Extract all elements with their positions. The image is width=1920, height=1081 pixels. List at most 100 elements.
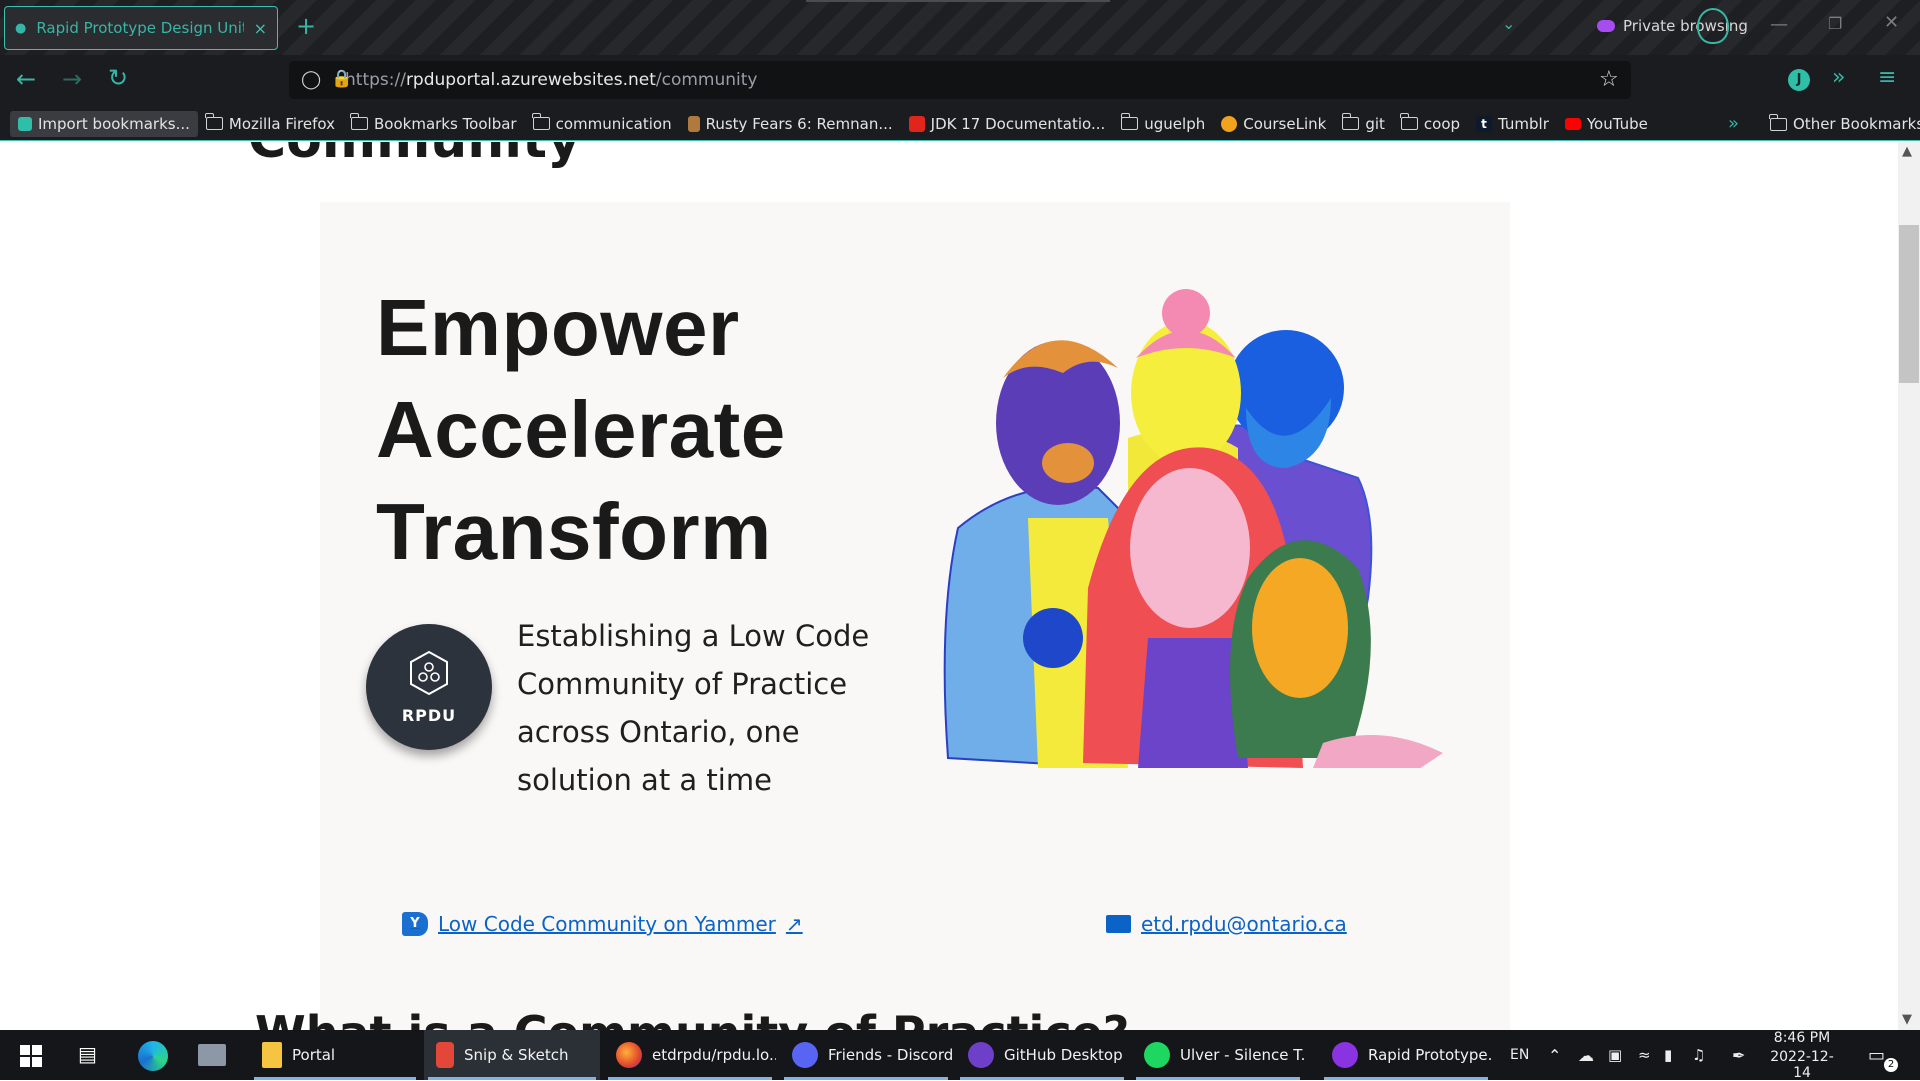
wifi-icon[interactable]: ≈: [1638, 1030, 1651, 1080]
taskbar-app-label: Snip & Sketch: [464, 1046, 569, 1064]
hero-line-transform: Transform: [376, 487, 772, 576]
taskbar-app-discord[interactable]: Friends - Discord: [780, 1030, 952, 1080]
bookmark-label: Tumblr: [1498, 114, 1549, 133]
bookmark-git[interactable]: git: [1334, 111, 1393, 137]
folder-app-icon: [262, 1042, 282, 1068]
courselink-icon: [1221, 115, 1238, 132]
bookmark-bookmarks-toolbar[interactable]: Bookmarks Toolbar: [343, 111, 525, 137]
private-mask-icon: [1597, 20, 1615, 32]
task-view-icon[interactable]: ▤: [78, 1042, 97, 1066]
more-bookmarks-chevron-icon[interactable]: »: [1728, 113, 1739, 134]
folder-icon: [205, 113, 223, 130]
scroll-up-arrow-icon[interactable]: ▲: [1902, 144, 1912, 159]
bookmark-label: git: [1365, 114, 1385, 133]
rpdu-logo: RPDU: [366, 624, 492, 750]
clock[interactable]: 8:46 PM 2022-12-14: [1762, 1030, 1842, 1081]
reload-icon[interactable]: ↻: [108, 64, 128, 92]
new-tab-button[interactable]: +: [296, 12, 316, 40]
favicon: [687, 115, 700, 132]
restore-icon[interactable]: ❐: [1828, 14, 1842, 33]
bookmarks-toolbar: Import bookmarks... Mozilla Firefox Book…: [0, 107, 1920, 141]
lock-icon[interactable]: 🔒: [331, 69, 352, 89]
input-language[interactable]: EN: [1510, 1030, 1529, 1080]
taskbar-app-github-desktop[interactable]: GitHub Desktop: [956, 1030, 1128, 1080]
folder-icon: [531, 113, 550, 130]
email-link[interactable]: etd.rpdu@ontario.ca: [1106, 912, 1347, 936]
shield-icon[interactable]: ◯: [301, 69, 321, 90]
profile-avatar[interactable]: J: [1788, 69, 1810, 91]
snip-sketch-icon: [436, 1042, 454, 1068]
forward-arrow-icon[interactable]: →: [62, 65, 82, 93]
spotify-icon: [1144, 1042, 1170, 1068]
bookmark-label: coop: [1423, 114, 1461, 133]
monitor-icon[interactable]: ▣: [1608, 1030, 1622, 1080]
taskbar-app-portal[interactable]: Portal: [250, 1030, 420, 1080]
yammer-link-label[interactable]: Low Code Community on Yammer: [438, 912, 776, 936]
bookmark-label: JDK 17 Documentatio...: [930, 114, 1106, 133]
list-tabs-chevron-icon[interactable]: ⌄: [1502, 14, 1515, 33]
bookmark-star-icon[interactable]: ☆: [1599, 67, 1619, 92]
bookmark-tumblr[interactable]: t Tumblr: [1468, 111, 1557, 137]
taskbar-app-label: Rapid Prototype...: [1368, 1046, 1492, 1064]
close-window-icon[interactable]: ✕: [1884, 12, 1899, 33]
private-tab-icon: ●: [15, 20, 27, 36]
computer-icon[interactable]: [198, 1044, 226, 1066]
logo-label: RPDU: [401, 705, 457, 725]
taskbar-app-firefox-private[interactable]: Rapid Prototype...: [1320, 1030, 1492, 1080]
external-link-icon: ↗: [785, 912, 803, 936]
tab-title: Rapid Prototype Design Unit (R: [36, 19, 243, 37]
bookmark-other[interactable]: Other Bookmarks: [1762, 111, 1920, 137]
scrollbar-thumb[interactable]: [1899, 225, 1919, 383]
email-link-label[interactable]: etd.rpdu@ontario.ca: [1141, 912, 1347, 936]
bookmark-youtube[interactable]: YouTube: [1557, 111, 1656, 137]
bookmark-rusty-fears[interactable]: Rusty Fears 6: Remnan...: [680, 111, 901, 137]
bookmark-label: Mozilla Firefox: [228, 114, 335, 133]
windows-start-icon[interactable]: [20, 1045, 42, 1067]
folder-icon: [1769, 113, 1787, 131]
bookmark-uguelph[interactable]: uguelph: [1113, 111, 1213, 137]
show-hidden-icons-chevron-icon[interactable]: ⌃: [1548, 1030, 1561, 1080]
notification-count-badge: 2: [1884, 1058, 1898, 1072]
edge-browser-icon[interactable]: [138, 1041, 168, 1071]
private-flame-icon: [1697, 8, 1729, 44]
close-tab-icon[interactable]: ×: [254, 19, 267, 38]
onedrive-cloud-icon[interactable]: ☁: [1578, 1030, 1594, 1080]
url-prefix: https://: [345, 70, 406, 90]
taskbar-app-snip-sketch[interactable]: Snip & Sketch: [424, 1030, 600, 1080]
bookmark-jdk-docs[interactable]: JDK 17 Documentatio...: [901, 111, 1114, 137]
pen-ink-icon[interactable]: ✒: [1732, 1030, 1745, 1080]
url-host: rpduportal.azurewebsites.net: [405, 70, 656, 90]
tagline: Establishing a Low Code Community of Pra…: [517, 619, 870, 797]
bookmark-communication[interactable]: communication: [525, 111, 680, 137]
scroll-down-arrow-icon[interactable]: ▼: [1902, 1012, 1912, 1027]
bookmark-mozilla-firefox[interactable]: Mozilla Firefox: [198, 111, 343, 137]
hexagon-logo-icon: [410, 650, 448, 695]
browser-tab[interactable]: ● Rapid Prototype Design Unit (R ×: [4, 6, 278, 50]
back-arrow-icon[interactable]: ←: [16, 65, 36, 93]
address-bar[interactable]: ◯ 🔒 https://rpduportal.azurewebsites.net…: [289, 61, 1631, 99]
hero-line-empower: Empower: [376, 283, 740, 372]
page-heading: Community: [248, 142, 581, 170]
taskbar-app-spotify[interactable]: Ulver - Silence T...: [1132, 1030, 1304, 1080]
section-heading: What is a Community of Practice?: [255, 1006, 1129, 1030]
bookmark-courselink[interactable]: CourseLink: [1213, 111, 1334, 137]
volume-icon[interactable]: ♫: [1692, 1030, 1705, 1080]
bookmark-import[interactable]: Import bookmarks...: [10, 110, 198, 137]
menu-hamburger-icon[interactable]: ≡: [1878, 65, 1896, 90]
bookmark-label: communication: [555, 114, 672, 133]
taskbar-app-firefox[interactable]: etdrpdu/rpdu.lo...: [604, 1030, 776, 1080]
mail-icon: [1106, 915, 1131, 933]
tumblr-icon: t: [1476, 115, 1493, 132]
discord-icon: [792, 1042, 818, 1068]
minimize-icon[interactable]: —: [1770, 14, 1788, 35]
battery-icon[interactable]: ▮: [1664, 1030, 1672, 1080]
url-text[interactable]: https://rpduportal.azurewebsites.net/com…: [345, 70, 757, 90]
bookmark-coop[interactable]: coop: [1393, 111, 1468, 137]
notifications-icon[interactable]: ▭: [1868, 1030, 1885, 1080]
page-viewport: Community Empower Accelerate Transform R…: [0, 142, 1898, 1030]
extensions-chevron-icon[interactable]: »: [1832, 65, 1845, 90]
bookmark-label: Other Bookmarks: [1793, 115, 1920, 133]
hero-line-accelerate: Accelerate: [376, 385, 786, 474]
folder-icon: [350, 113, 368, 130]
yammer-link[interactable]: Y Low Code Community on Yammer ↗: [402, 912, 803, 936]
